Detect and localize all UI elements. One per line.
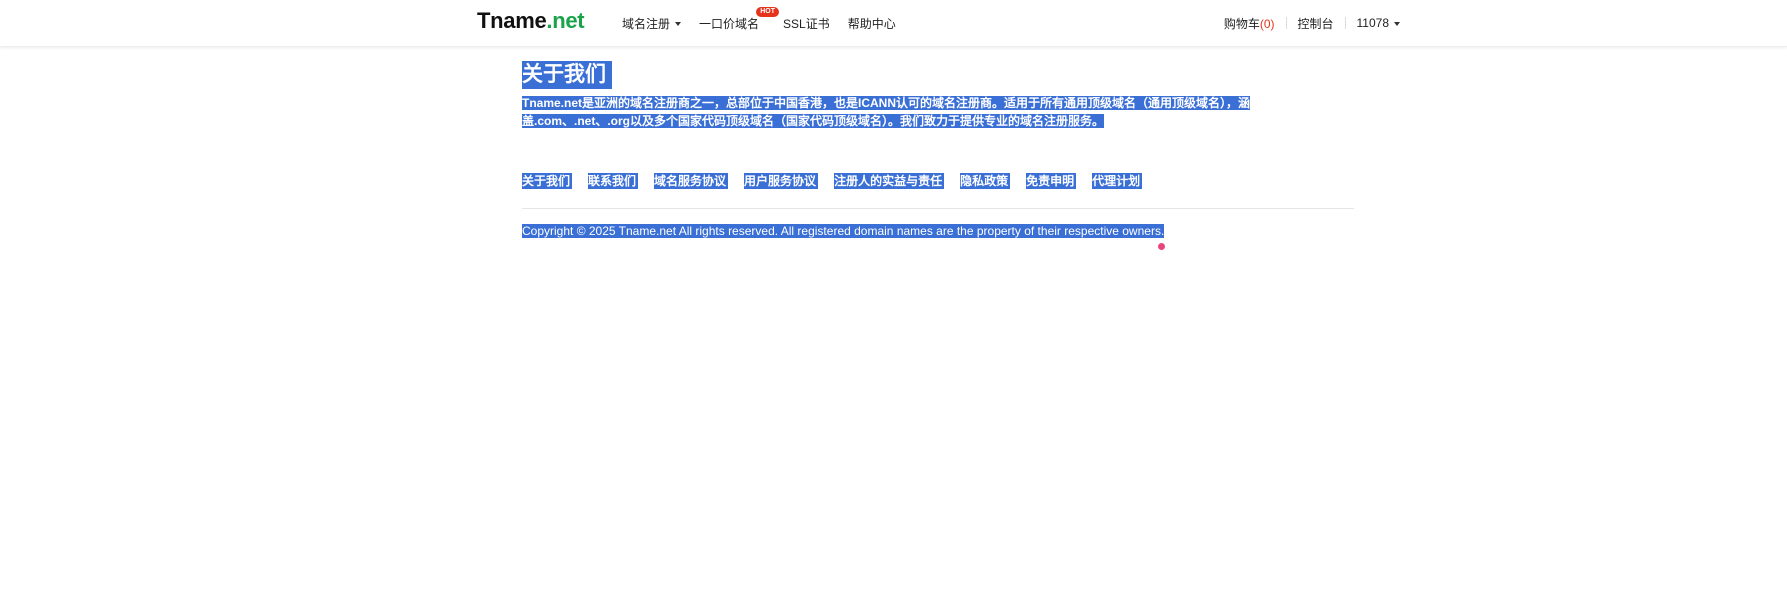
chevron-down-icon [1394, 21, 1400, 26]
logo-brand: Tname [477, 8, 547, 33]
footer-link-disclaimer[interactable]: 免责申明 [1026, 173, 1077, 189]
about-section: 关于我们 Tname.net是亚洲的域名注册商之一，总部位于中国香港，也是ICA… [522, 61, 1354, 238]
footer-link-contact[interactable]: 联系我们 [588, 173, 639, 189]
logo-tld: .net [546, 8, 585, 33]
user-menu[interactable]: 11078 [1357, 16, 1400, 30]
copyright-text: Copyright © 2025 Tname.net All rights re… [522, 224, 1165, 238]
site-logo[interactable]: Tname.net [477, 8, 585, 34]
nav-item-label: 帮助中心 [847, 16, 896, 31]
nav-item-ssl[interactable]: SSL证书 [783, 15, 830, 32]
user-nav: 购物车(0) 控制台 11078 [1224, 0, 1400, 46]
footer-link-privacy[interactable]: 隐私政策 [960, 173, 1011, 189]
nav-item-help[interactable]: 帮助中心 [848, 15, 896, 32]
copyright: Copyright © 2025 Tname.net All rights re… [522, 222, 1165, 240]
top-navbar: Tname.net 域名注册 一口价域名 HOT SSL证书 帮助中心 购物车(… [0, 0, 1787, 47]
main-nav: 域名注册 一口价域名 HOT SSL证书 帮助中心 [622, 0, 914, 46]
nav-item-domain-register[interactable]: 域名注册 [622, 15, 682, 32]
about-description: Tname.net是亚洲的域名注册商之一，总部位于中国香港，也是ICANN认可的… [522, 94, 1349, 130]
nav-item-label: SSL证书 [783, 16, 830, 31]
about-description-text: Tname.net是亚洲的域名注册商之一，总部位于中国香港，也是ICANN认可的… [522, 96, 1251, 128]
nav-item-label: 域名注册 [622, 16, 671, 31]
footer-link-about[interactable]: 关于我们 [522, 173, 573, 189]
page-title: 关于我们 [522, 61, 612, 89]
user-label: 11078 [1356, 16, 1389, 30]
cart-label: 购物车 [1223, 16, 1260, 31]
footer-link-domain-agreement[interactable]: 域名服务协议 [654, 173, 729, 189]
footer-links: 关于我们 联系我们 域名服务协议 用户服务协议 注册人的实益与责任 隐私政策 免… [522, 173, 1158, 189]
footer-link-affiliate[interactable]: 代理计划 [1092, 173, 1143, 189]
console-link[interactable]: 控制台 [1298, 15, 1334, 32]
cart-link[interactable]: 购物车(0) [1224, 15, 1275, 32]
nav-item-label: 一口价域名 [699, 16, 760, 31]
footer-link-registrant-rights[interactable]: 注册人的实益与责任 [834, 173, 945, 189]
footer-link-user-agreement[interactable]: 用户服务协议 [744, 173, 819, 189]
nav-divider [1285, 17, 1287, 29]
cart-count: (0) [1259, 16, 1275, 31]
footer-divider [522, 208, 1354, 209]
chevron-down-icon [675, 22, 682, 27]
cursor-indicator [1158, 243, 1165, 250]
hot-badge: HOT [756, 6, 780, 17]
nav-item-fixed-price-domains[interactable]: 一口价域名 HOT [699, 6, 780, 32]
nav-divider [1344, 17, 1346, 29]
